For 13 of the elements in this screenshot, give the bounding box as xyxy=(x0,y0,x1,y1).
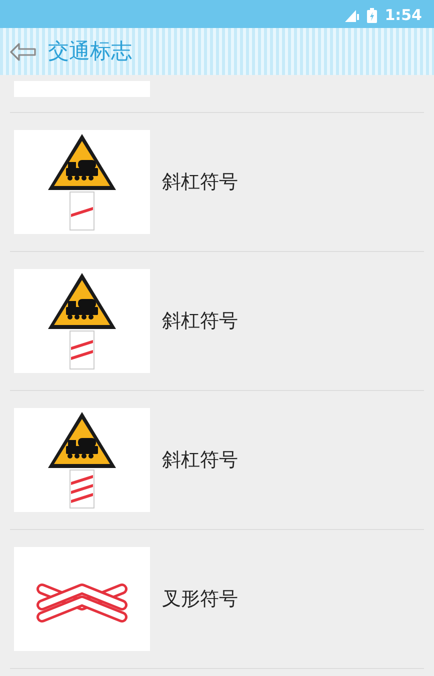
back-arrow-icon[interactable] xyxy=(10,42,36,60)
list-item[interactable]: 叉形符号 xyxy=(10,530,424,669)
item-label: 斜杠符号 xyxy=(162,170,238,195)
item-label: 叉形符号 xyxy=(162,586,238,612)
header-title: 交通标志 xyxy=(48,38,132,65)
item-label: 斜杠符号 xyxy=(162,308,238,334)
item-label: 斜杠符号 xyxy=(162,448,238,473)
list-item[interactable]: 斜杠符号 xyxy=(10,113,424,252)
battery-icon xyxy=(366,8,377,23)
status-time: 1:54 xyxy=(384,5,422,26)
list-item[interactable]: 斜杠符号 xyxy=(10,252,424,391)
list-item[interactable]: 斜杠符号 xyxy=(10,391,424,530)
signal-icon xyxy=(344,10,359,22)
